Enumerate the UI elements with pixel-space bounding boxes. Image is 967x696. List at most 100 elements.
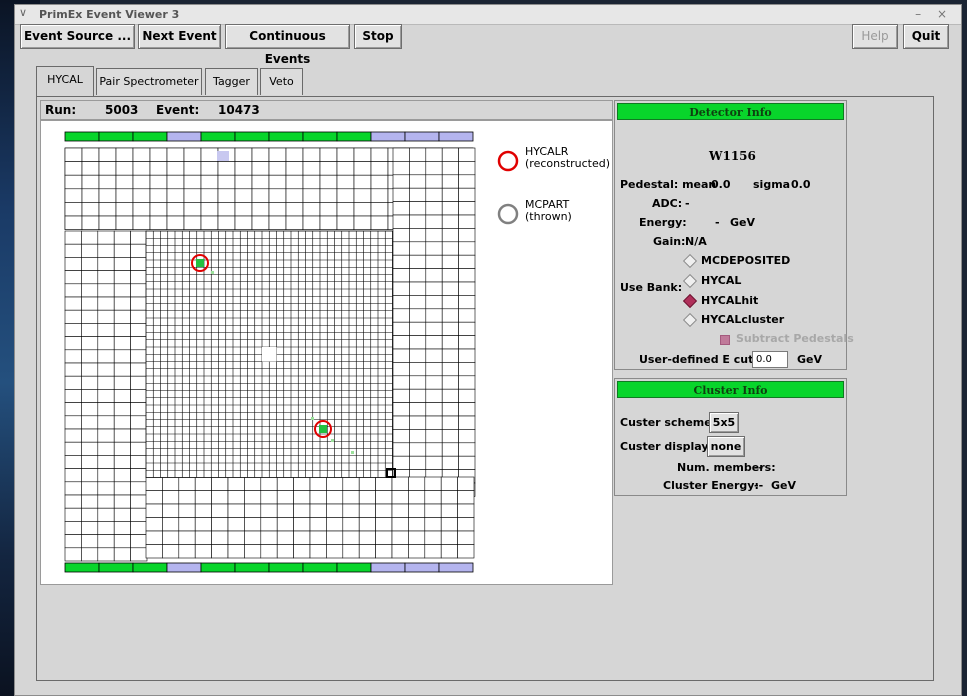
- glass-block: [113, 389, 131, 403]
- window-controls[interactable]: – ×: [915, 7, 953, 21]
- glass-block: [81, 161, 100, 176]
- stop-button[interactable]: Stop: [354, 24, 402, 49]
- glass-block: [425, 281, 443, 296]
- glass-block: [81, 336, 99, 351]
- glass-block: [409, 228, 427, 243]
- glass-block: [375, 503, 393, 518]
- glass-block: [81, 309, 99, 324]
- glass-block: [458, 147, 476, 162]
- bank-hycalcluster-label[interactable]: HYCALcluster: [701, 313, 784, 326]
- glass-block: [97, 257, 115, 271]
- ecut-input[interactable]: 0.0: [752, 351, 788, 368]
- cluster-scheme-button[interactable]: 5x5: [709, 412, 739, 433]
- glass-block: [130, 243, 148, 258]
- glass-block: [64, 521, 82, 535]
- glass-block: [425, 402, 443, 417]
- bank-mcdeposited-radio[interactable]: [682, 253, 698, 269]
- cluster-display-button[interactable]: none: [707, 436, 745, 457]
- detector-info-panel: Detector Info W1156 Pedestal: mean 0.0 s…: [614, 100, 854, 370]
- glass-block: [81, 323, 99, 337]
- faint-hit: [311, 417, 314, 420]
- glass-block: [457, 544, 475, 559]
- quit-button[interactable]: Quit: [903, 24, 949, 49]
- event-source-button[interactable]: Event Source ...: [20, 24, 135, 49]
- glass-block: [441, 161, 459, 176]
- glass-block: [227, 517, 245, 532]
- glass-block: [293, 530, 311, 545]
- glass-block: [268, 188, 287, 203]
- glass-block: [183, 147, 202, 162]
- sector-strip-cell: [64, 562, 100, 573]
- glass-block: [81, 547, 99, 562]
- ecut-unit: GeV: [797, 353, 823, 366]
- glass-block: [217, 174, 236, 190]
- cluster-info-header: Cluster Info: [617, 381, 844, 398]
- glass-block: [326, 503, 344, 518]
- glass-block: [358, 544, 376, 559]
- glass-block: [425, 321, 443, 336]
- glass-block: [244, 476, 262, 491]
- bank-hycal-radio[interactable]: [682, 273, 698, 289]
- sector-strip-cell: [404, 562, 440, 573]
- bank-mcdeposited-label[interactable]: MCDEPOSITED: [701, 254, 790, 267]
- glass-block: [276, 503, 294, 518]
- glass-block: [97, 349, 115, 364]
- glass-block: [425, 254, 443, 269]
- glass-block: [302, 202, 321, 217]
- glass-block: [293, 503, 311, 518]
- hycal-display-canvas[interactable]: HYCALR (reconstructed) MCPART (thrown): [40, 120, 613, 585]
- glass-block: [392, 348, 410, 363]
- glass-block: [64, 283, 82, 298]
- glass-block: [424, 530, 442, 545]
- tab-tagger[interactable]: Tagger: [205, 68, 258, 95]
- glass-block: [268, 161, 287, 176]
- glass-block: [293, 476, 311, 491]
- glass-block: [309, 530, 327, 545]
- glass-block: [115, 188, 134, 203]
- bank-hycalhit-label[interactable]: HYCALhit: [701, 294, 758, 307]
- tab-veto[interactable]: Veto: [260, 68, 303, 95]
- title-bar[interactable]: ∨ PrimEx Event Viewer 3 – ×: [15, 5, 961, 25]
- glass-block: [268, 215, 287, 230]
- glass-block: [81, 147, 100, 162]
- adc-value: -: [685, 197, 690, 210]
- tab-hycal[interactable]: HYCAL: [36, 66, 94, 96]
- glass-block: [358, 503, 376, 518]
- glass-block: [409, 429, 427, 444]
- next-event-button[interactable]: Next Event: [138, 24, 221, 49]
- glass-block: [113, 257, 131, 271]
- glass-block: [132, 202, 151, 217]
- block-id: W1156: [709, 149, 756, 163]
- glass-block: [113, 243, 131, 258]
- glass-block: [98, 188, 117, 203]
- glass-block: [425, 442, 443, 457]
- glass-block: [64, 428, 82, 443]
- glass-block: [64, 296, 82, 311]
- glass-block: [458, 388, 476, 403]
- bank-hycal-label[interactable]: HYCAL: [701, 274, 741, 287]
- glass-block: [309, 476, 327, 491]
- glass-block: [97, 362, 115, 377]
- window-menu-icon[interactable]: ∨: [19, 6, 27, 19]
- bank-hycalcluster-radio[interactable]: [682, 312, 698, 328]
- sector-strip-cell: [268, 131, 304, 142]
- help-button[interactable]: Help: [852, 24, 898, 49]
- glass-block: [251, 188, 270, 203]
- subtract-pedestals-label[interactable]: Subtract Pedestals: [736, 332, 854, 345]
- glass-block: [336, 161, 355, 176]
- glass-block: [285, 147, 304, 162]
- glass-block: [425, 241, 443, 256]
- gain-value: N/A: [685, 235, 707, 248]
- glass-block: [81, 243, 99, 258]
- glass-block: [64, 534, 82, 549]
- subtract-pedestals-checkbox[interactable]: [720, 335, 730, 345]
- glass-block: [358, 530, 376, 545]
- glass-block: [425, 362, 443, 377]
- glass-block: [130, 468, 148, 483]
- glass-block: [408, 544, 426, 559]
- continuous-events-button[interactable]: Continuous Events: [225, 24, 350, 66]
- bank-hycalhit-radio[interactable]: [682, 293, 698, 309]
- tab-pair-spectrometer[interactable]: Pair Spectrometer: [96, 68, 202, 95]
- glass-block: [113, 323, 131, 337]
- glass-block: [392, 442, 410, 457]
